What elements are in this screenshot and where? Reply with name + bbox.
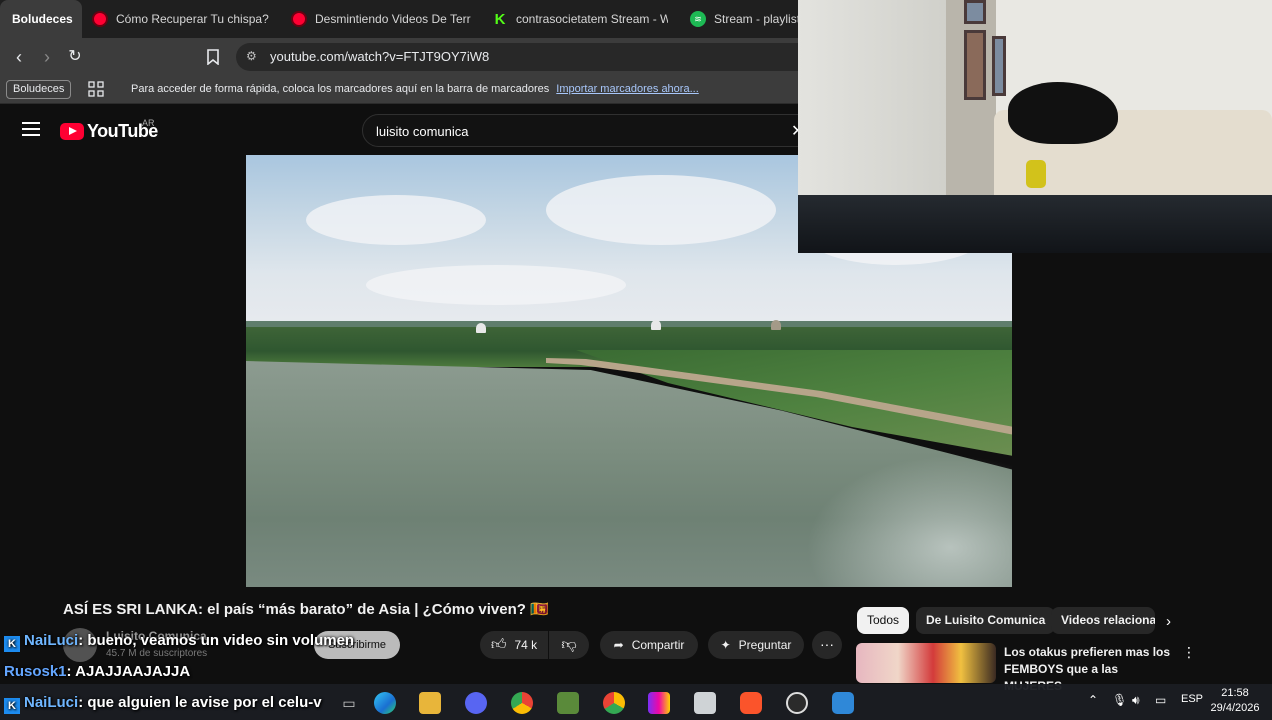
tab-group-boludeces[interactable]: Boludeces — [0, 0, 82, 38]
chat-username: Rusosk1 — [4, 663, 67, 680]
like-button[interactable]: 👍︎ 74 k — [480, 631, 548, 659]
chat-text: : AJAJJAAJAJJA — [66, 663, 191, 680]
chat-username: NaiLuci — [24, 632, 79, 649]
dislike-button[interactable]: 👎︎ — [549, 631, 589, 659]
site-info-icon[interactable]: ⚙ — [246, 49, 257, 63]
minecraft-icon[interactable] — [557, 692, 579, 714]
discord-icon[interactable] — [465, 692, 487, 714]
bookmarks-hint: Para acceder de forma rápida, coloca los… — [131, 83, 699, 95]
language-indicator[interactable]: ESP — [1181, 693, 1203, 705]
search-input[interactable]: luisito comunica ✕ — [362, 114, 812, 147]
tab-spotify-stream-playlist[interactable]: ≋ Stream - playlist l — [690, 0, 800, 38]
clock[interactable]: 21:58 29/4/2026 — [1206, 686, 1264, 716]
chip-videos-relacionados[interactable]: Videos relaciona — [1051, 607, 1155, 634]
share-button[interactable]: ➦ Compartir — [600, 631, 698, 659]
webcam-overlay — [798, 0, 1272, 253]
kick-icon: K — [494, 10, 506, 28]
forward-icon[interactable]: › — [36, 46, 58, 68]
chat-username: NaiLuci — [24, 694, 79, 711]
ask-label: Preguntar — [738, 638, 792, 652]
chip-todos[interactable]: Todos — [857, 607, 910, 634]
tab-desmintiendo-videos[interactable]: Desmintiendo Videos De Terro — [291, 0, 471, 38]
more-actions-icon[interactable]: ··· — [812, 631, 842, 659]
tab-label: contrasocietatem Stream - Wat — [516, 12, 668, 26]
editor-app-icon[interactable] — [648, 692, 670, 714]
tab-label: Stream - playlist l — [714, 12, 800, 26]
microphone-icon[interactable]: 🎙︎ — [1112, 693, 1127, 707]
youtube-play-icon — [60, 123, 84, 140]
chat-text: : que alguien le avise por el celu-v — [78, 694, 322, 711]
clock-date: 29/4/2026 — [1210, 702, 1260, 714]
apps-grid-icon[interactable] — [88, 81, 104, 97]
task-view-icon[interactable]: ▭ — [338, 692, 360, 714]
share-icon: ➦ — [613, 638, 624, 652]
brave-icon[interactable] — [740, 692, 762, 714]
menu-icon[interactable] — [22, 122, 40, 136]
reload-icon[interactable]: ↻ — [64, 46, 86, 68]
country-code: AR — [142, 118, 155, 128]
edge-icon[interactable] — [374, 692, 396, 714]
tool-app-icon[interactable] — [694, 692, 716, 714]
clock-time: 21:58 — [1221, 687, 1249, 699]
chat-message: Rusosk1: AJAJJAAJAJJA — [4, 663, 190, 680]
chrome-icon[interactable] — [511, 692, 533, 714]
share-label: Compartir — [631, 638, 685, 652]
thumbs-down-icon: 👎︎ — [561, 636, 577, 653]
kick-badge-icon: K — [4, 636, 20, 652]
import-bookmarks-link[interactable]: Importar marcadores ahora... — [556, 83, 698, 95]
microphone — [1026, 160, 1046, 188]
bookmark-icon[interactable] — [202, 46, 224, 68]
capture-app-icon[interactable] — [832, 692, 854, 714]
volume-icon[interactable]: 🔊︎ — [1132, 693, 1140, 708]
youtube-icon — [291, 11, 307, 27]
chat-text: : bueno, veamos un video sin volumen — [78, 632, 355, 649]
youtube-icon — [92, 11, 108, 27]
chat-message: K NaiLuci: bueno, veamos un video sin vol… — [4, 632, 354, 652]
back-icon[interactable]: ‹ — [8, 46, 30, 68]
tab-label: Desmintiendo Videos De Terro — [315, 12, 471, 26]
url-text: youtube.com/watch?v=FTJT9OY7iW8 — [270, 49, 490, 64]
video-title: ASÍ ES SRI LANKA: el país “más barato” d… — [63, 601, 549, 618]
network-icon[interactable]: ▭ — [1155, 693, 1166, 707]
search-value: luisito comunica — [376, 124, 469, 139]
sparkle-icon: ✦ — [720, 638, 731, 652]
tab-label: Cómo Recuperar Tu chispa? - Y — [116, 12, 272, 26]
tab-label: Boludeces — [12, 12, 73, 26]
tab-contrasocietatem-stream[interactable]: K contrasocietatem Stream - Wat — [492, 0, 668, 38]
thumbs-up-icon: 👍︎ — [490, 636, 507, 653]
chevron-right-icon[interactable]: › — [1166, 613, 1171, 630]
more-vert-icon[interactable]: ⋮ — [1182, 644, 1196, 661]
ask-button[interactable]: ✦ Preguntar — [708, 631, 804, 659]
tab-como-recuperar[interactable]: Cómo Recuperar Tu chispa? - Y — [92, 0, 272, 38]
bookmarks-hint-text: Para acceder de forma rápida, coloca los… — [131, 83, 550, 95]
chrome-profile-icon[interactable] — [603, 692, 625, 714]
obs-icon[interactable] — [786, 692, 808, 714]
spotify-icon: ≋ — [690, 11, 706, 27]
file-explorer-icon[interactable] — [419, 692, 441, 714]
like-count: 74 k — [514, 638, 538, 652]
related-video-thumbnail[interactable] — [856, 643, 996, 683]
chip-de-luisito-comunica[interactable]: De Luisito Comunica — [916, 607, 1056, 634]
kick-badge-icon: K — [4, 698, 20, 714]
bookmark-folder-boludeces[interactable]: Boludeces — [6, 80, 72, 99]
chevron-up-icon[interactable]: ⌃ — [1088, 693, 1098, 707]
chat-message: K NaiLuci: que alguien le avise por el ce… — [4, 694, 322, 714]
